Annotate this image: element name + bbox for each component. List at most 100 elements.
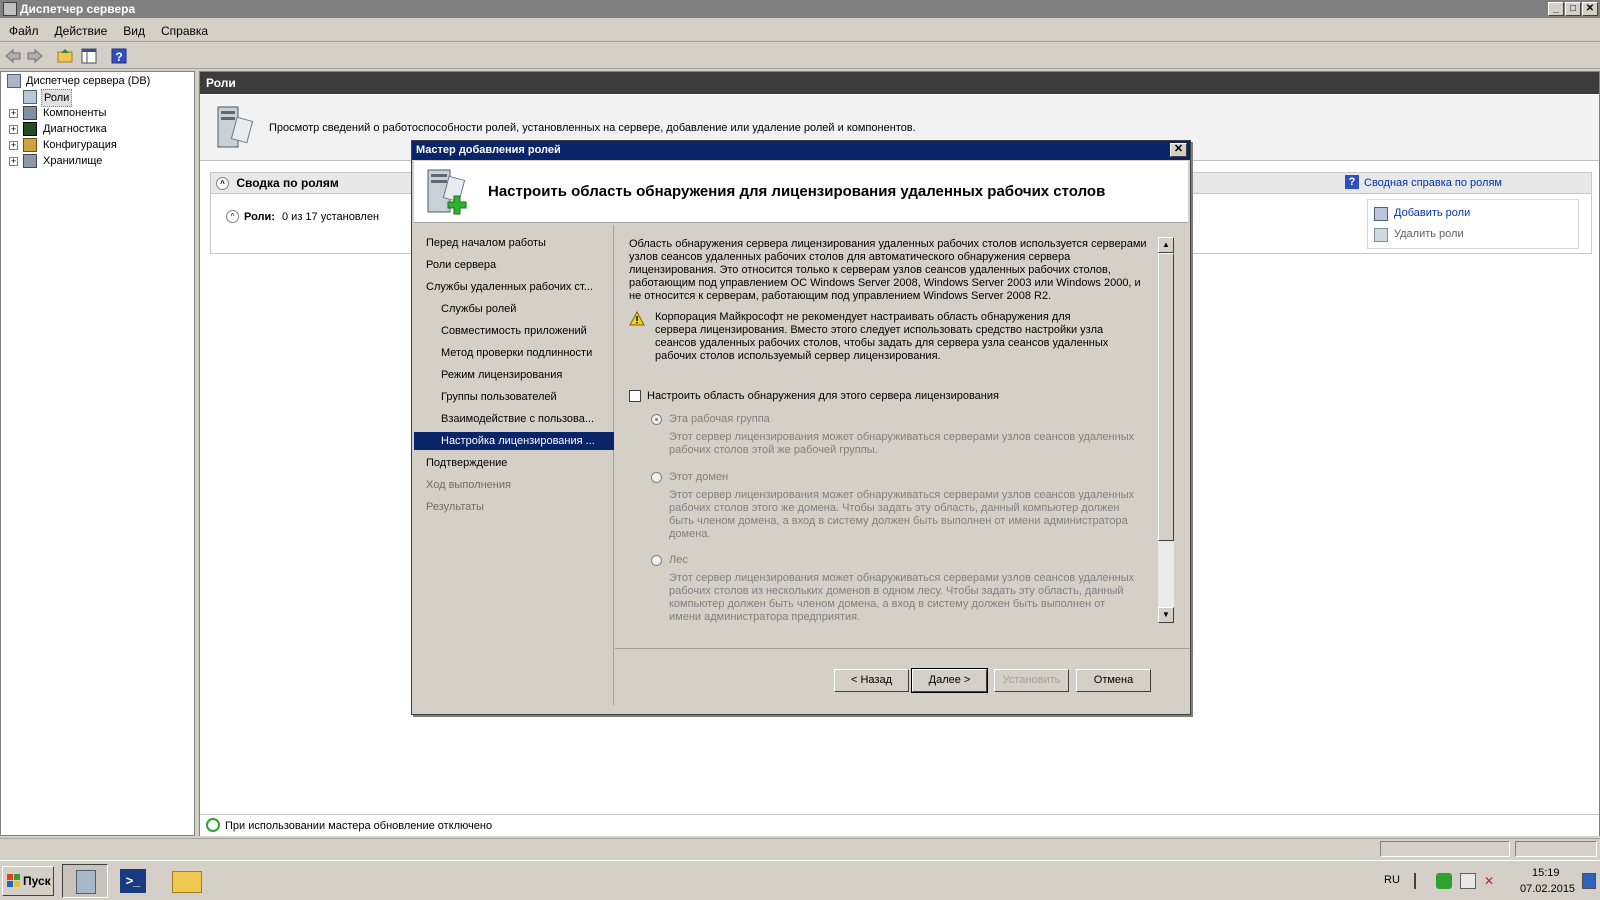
radio-forest[interactable] bbox=[651, 555, 662, 566]
wizard-step[interactable]: Подтверждение bbox=[426, 454, 507, 472]
scroll-thumb[interactable] bbox=[1158, 253, 1174, 541]
start-button[interactable]: Пуск bbox=[2, 866, 54, 896]
diagnostics-icon bbox=[23, 122, 37, 136]
radio-workgroup-desc: Этот сервер лицензирования может обнаруж… bbox=[669, 431, 1135, 456]
pane-status-text: При использовании мастера обновление отк… bbox=[225, 820, 493, 832]
menu-bar: Файл Действие Вид Справка bbox=[0, 20, 1600, 42]
expand-icon[interactable]: + bbox=[9, 109, 18, 118]
radio-forest-label: Лес bbox=[669, 554, 688, 566]
back-arrow-icon[interactable] bbox=[4, 47, 22, 65]
taskbar: Пуск >_ RU ✕ 15:19 07.02.2015 bbox=[0, 860, 1600, 900]
next-button[interactable]: Далее > bbox=[911, 668, 988, 693]
tree-item-label: Компоненты bbox=[43, 107, 107, 119]
menu-file[interactable]: Файл bbox=[0, 20, 47, 42]
description-text: Область обнаружения сервера лицензирован… bbox=[629, 238, 1147, 302]
tree-item-diagnostics[interactable]: + Диагностика bbox=[9, 121, 189, 137]
language-indicator[interactable]: RU bbox=[1384, 874, 1400, 886]
expand-icon[interactable]: + bbox=[9, 125, 18, 134]
roles-count-label: Роли: bbox=[244, 211, 275, 223]
expand-icon[interactable]: + bbox=[9, 141, 18, 150]
wizard-step: Ход выполнения bbox=[426, 479, 511, 491]
expand-icon[interactable]: + bbox=[9, 157, 18, 166]
help-icon[interactable]: ? bbox=[110, 47, 128, 65]
configure-scope-checkbox[interactable] bbox=[629, 390, 641, 402]
dialog-header: Настроить область обнаружения для лиценз… bbox=[414, 161, 1188, 223]
warning-text: Корпорация Майкрософт не рекомендует нас… bbox=[655, 311, 1109, 362]
dialog-heading: Настроить область обнаружения для лиценз… bbox=[488, 183, 1106, 200]
clock-date[interactable]: 07.02.2015 bbox=[1520, 883, 1575, 895]
roles-summary-help-link[interactable]: Сводная справка по ролям bbox=[1364, 173, 1502, 193]
tree-item-storage[interactable]: + Хранилище bbox=[9, 153, 189, 169]
forward-arrow-icon[interactable] bbox=[26, 47, 44, 65]
components-icon bbox=[23, 106, 37, 120]
close-button[interactable]: ✕ bbox=[1582, 2, 1598, 16]
remove-roles-link[interactable]: Удалить роли bbox=[1394, 228, 1464, 240]
back-button[interactable]: < Назад bbox=[834, 669, 909, 692]
network-icon[interactable] bbox=[1460, 873, 1476, 889]
cancel-button[interactable]: Отмена bbox=[1076, 669, 1151, 692]
wizard-step: Результаты bbox=[426, 501, 484, 513]
show-desktop-icon[interactable] bbox=[1582, 873, 1596, 889]
update-icon[interactable] bbox=[1436, 873, 1452, 889]
taskbar-server-manager[interactable] bbox=[62, 864, 108, 898]
content-scrollbar[interactable]: ▲ ▼ bbox=[1158, 237, 1174, 623]
dialog-title-bar: Мастер добавления ролей ✕ bbox=[412, 141, 1190, 160]
wizard-step[interactable]: Группы пользователей bbox=[441, 388, 557, 406]
roles-icon bbox=[23, 90, 37, 104]
storage-icon bbox=[23, 154, 37, 168]
clock-time[interactable]: 15:19 bbox=[1532, 867, 1560, 879]
action-center-flag-icon[interactable] bbox=[1414, 873, 1428, 889]
volume-muted-icon[interactable]: ✕ bbox=[1484, 874, 1498, 888]
roles-count-value: 0 из 17 установлен bbox=[282, 211, 380, 223]
menu-action[interactable]: Действие bbox=[47, 20, 116, 42]
wizard-step[interactable]: Метод проверки подлинности bbox=[441, 344, 592, 362]
radio-workgroup[interactable] bbox=[651, 414, 662, 425]
configure-scope-label: Настроить область обнаружения для этого … bbox=[647, 390, 999, 402]
add-roles-link[interactable]: Добавить роли bbox=[1394, 207, 1470, 219]
dialog-title: Мастер добавления ролей bbox=[416, 144, 561, 156]
pane-header: Роли bbox=[200, 72, 1599, 94]
wizard-content: Область обнаружения сервера лицензирован… bbox=[615, 225, 1190, 645]
powershell-icon[interactable]: >_ bbox=[120, 869, 146, 893]
collapse-chevron-icon[interactable]: ^ bbox=[216, 177, 229, 191]
server-add-icon bbox=[427, 169, 467, 215]
menu-help[interactable]: Справка bbox=[153, 20, 216, 42]
pane-status: При использовании мастера обновление отк… bbox=[200, 814, 1599, 836]
status-panel bbox=[1380, 841, 1510, 857]
refresh-icon bbox=[206, 818, 220, 832]
explorer-folder-icon[interactable] bbox=[172, 871, 202, 893]
collapse-chevron-icon[interactable]: ^ bbox=[226, 210, 239, 223]
window-title-bar: Диспетчер сервера _ □ ✕ bbox=[0, 0, 1600, 18]
wizard-step[interactable]: Взаимодействие с пользова... bbox=[441, 410, 594, 428]
up-folder-icon[interactable] bbox=[56, 47, 74, 65]
show-hide-tree-icon[interactable] bbox=[80, 47, 98, 65]
status-bar bbox=[0, 838, 1600, 858]
server-manager-icon bbox=[3, 2, 17, 16]
tree-item-components[interactable]: + Компоненты bbox=[9, 105, 189, 121]
wizard-step[interactable]: Режим лицензирования bbox=[441, 366, 562, 384]
wizard-step-current[interactable]: Настройка лицензирования ... bbox=[414, 432, 614, 450]
minimize-button[interactable]: _ bbox=[1548, 2, 1564, 16]
wizard-step[interactable]: Службы удаленных рабочих ст... bbox=[426, 278, 593, 296]
scroll-up-icon[interactable]: ▲ bbox=[1158, 237, 1174, 253]
add-roles-wizard-dialog: Мастер добавления ролей ✕ Настроить обла… bbox=[411, 140, 1191, 715]
wizard-steps: Перед началом работы Роли сервера Службы… bbox=[414, 225, 614, 705]
tree-item-label: Диагностика bbox=[43, 123, 107, 135]
radio-domain[interactable] bbox=[651, 472, 662, 483]
maximize-button[interactable]: □ bbox=[1565, 2, 1581, 16]
tree-item-configuration[interactable]: + Конфигурация bbox=[9, 137, 189, 153]
radio-domain-label: Этот домен bbox=[669, 471, 729, 483]
radio-forest-desc: Этот сервер лицензирования может обнаруж… bbox=[669, 572, 1135, 623]
menu-view[interactable]: Вид bbox=[115, 20, 153, 42]
remove-roles-icon bbox=[1374, 228, 1388, 242]
server-icon bbox=[7, 74, 21, 88]
wizard-buttons: < Назад Далее > Установить Отмена bbox=[615, 648, 1190, 706]
wizard-step[interactable]: Службы ролей bbox=[441, 300, 516, 318]
svg-text:?: ? bbox=[115, 50, 122, 64]
wizard-step[interactable]: Роли сервера bbox=[426, 256, 496, 274]
scroll-down-icon[interactable]: ▼ bbox=[1158, 607, 1174, 623]
dialog-close-button[interactable]: ✕ bbox=[1170, 143, 1187, 157]
wizard-step[interactable]: Совместимость приложений bbox=[441, 322, 587, 340]
wizard-step[interactable]: Перед началом работы bbox=[426, 234, 546, 252]
tree-item-label: Конфигурация bbox=[43, 139, 117, 151]
